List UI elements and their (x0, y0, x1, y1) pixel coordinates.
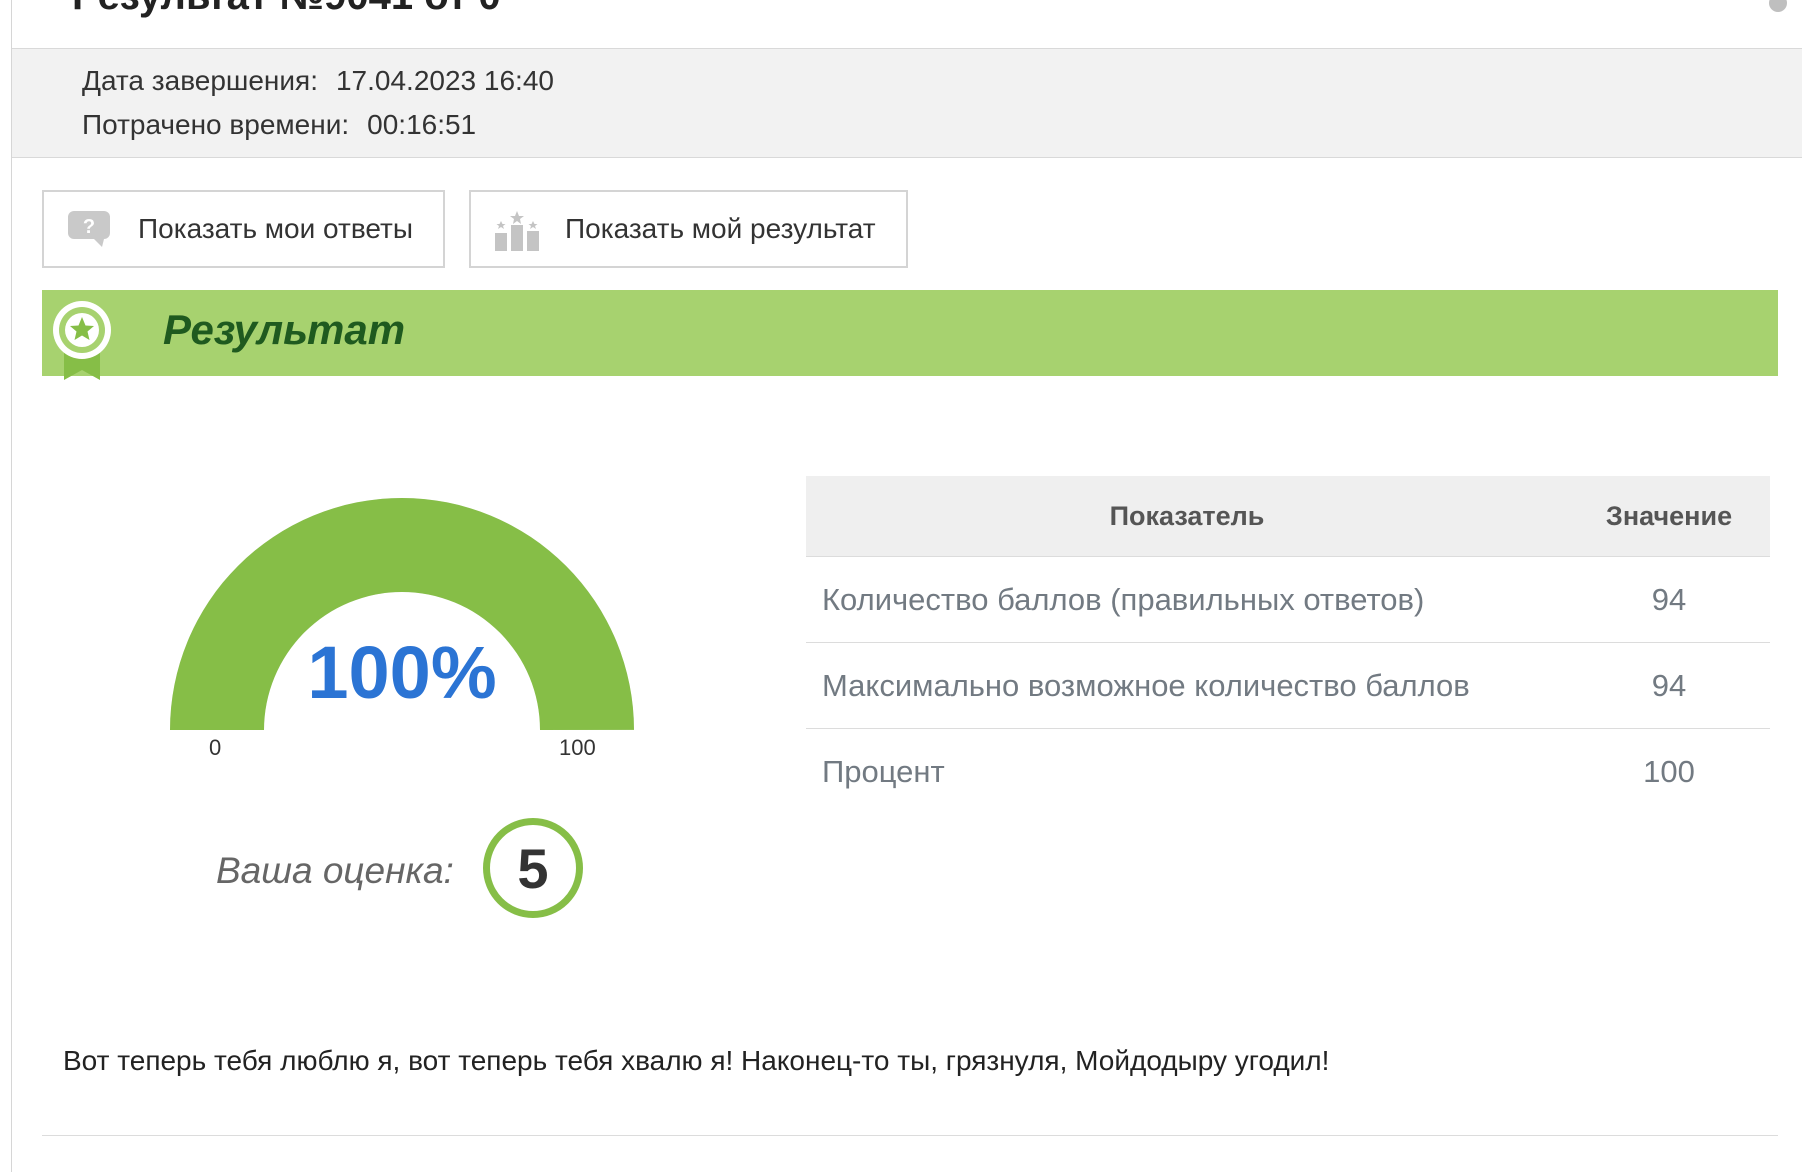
column-header-value: Значение (1568, 476, 1770, 557)
column-header-indicator: Показатель (806, 476, 1568, 557)
question-bubble-icon: ? (64, 209, 116, 249)
gauge-max-label: 100 (559, 735, 596, 760)
table-cell-value: 94 (1568, 642, 1770, 729)
completion-date-value: 17.04.2023 16:40 (335, 65, 554, 96)
result-section-title: Результат (163, 306, 406, 353)
table-cell-name: Максимально возможное количество баллов (806, 642, 1568, 729)
result-message: Вот теперь тебя люблю я, вот теперь тебя… (63, 1045, 1330, 1076)
table-cell-name: Количество баллов (правильных ответов) (806, 556, 1568, 643)
table-cell-name: Процент (822, 753, 945, 789)
award-ribbon-icon (52, 300, 112, 390)
table-header-row: Показатель Значение (806, 476, 1770, 557)
table-cell-value: 100 (1643, 753, 1695, 789)
gauge-min-label: 0 (209, 735, 222, 760)
table-cell-value: 94 (1568, 556, 1770, 643)
meta-info-bar: Дата завершения: 17.04.2023 16:40 Потраче… (12, 49, 1802, 158)
completion-date-label: Дата завершения: (82, 65, 318, 96)
time-spent-row: Потрачено времени: 00:16:51 (82, 109, 476, 141)
result-section-header: Результат (42, 290, 1778, 380)
gauge-percent-label: 100% (307, 631, 497, 714)
podium-stars-icon (491, 209, 543, 251)
results-table: Показатель Значение Количество баллов (п… (806, 476, 1770, 814)
page-header-strip: Результат №9041 от 0 (12, 0, 1802, 49)
svg-text:?: ? (83, 216, 95, 238)
table-row: Процент 100 (806, 729, 1770, 815)
divider (42, 1135, 1778, 1136)
table-row: Максимально возможное количество баллов … (806, 642, 1770, 729)
grade-badge: 5 (483, 818, 583, 918)
result-page: Результат №9041 от 0 Дата завершения: 17.… (11, 0, 1802, 1172)
show-answers-button[interactable]: ? Показать мои ответы (42, 190, 445, 268)
grade-label: Ваша оценка: (216, 850, 454, 891)
score-gauge (170, 497, 634, 730)
time-spent-value: 00:16:51 (367, 109, 477, 140)
time-spent-label: Потрачено времени: (82, 109, 350, 140)
table-row: Количество баллов (правильных ответов) 9… (806, 556, 1770, 643)
show-answers-label: Показать мои ответы (138, 213, 413, 244)
show-result-label: Показать мой результат (565, 213, 876, 244)
scroll-indicator[interactable] (1769, 0, 1787, 12)
completion-date-row: Дата завершения: 17.04.2023 16:40 (82, 65, 554, 97)
show-result-button[interactable]: Показать мой результат (469, 190, 908, 268)
page-title: Результат №9041 от 0 (72, 0, 501, 19)
